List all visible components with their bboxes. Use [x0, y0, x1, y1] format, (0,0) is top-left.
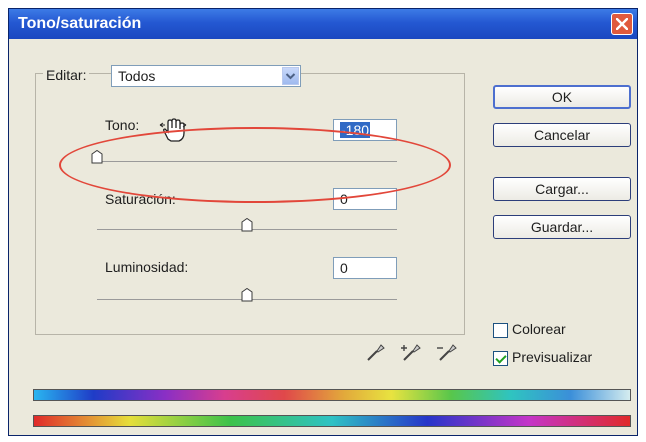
window-title: Tono/saturación	[18, 15, 142, 32]
eyedropper-minus-icon[interactable]	[437, 341, 459, 363]
edit-select[interactable]: Todos	[111, 65, 301, 87]
colorize-checkbox[interactable]	[493, 323, 508, 338]
cancel-button[interactable]: Cancelar	[493, 123, 631, 147]
ok-button[interactable]: OK	[493, 85, 631, 109]
edit-label: Editar:	[43, 67, 90, 83]
save-button[interactable]: Guardar...	[493, 215, 631, 239]
hue-saturation-dialog: Tono/saturación Editar: Todos Tono: -180	[8, 8, 638, 436]
close-icon	[616, 18, 628, 30]
preview-checkbox[interactable]	[493, 351, 508, 366]
edit-selected-value: Todos	[118, 68, 156, 84]
lightness-slider-thumb[interactable]	[241, 288, 253, 302]
preview-label: Previsualizar	[512, 349, 593, 365]
input-color-bar	[33, 389, 631, 401]
colorize-label: Colorear	[512, 321, 566, 337]
load-button[interactable]: Cargar...	[493, 177, 631, 201]
close-button[interactable]	[611, 13, 633, 35]
saturation-slider-thumb[interactable]	[241, 218, 253, 232]
eyedropper-icon[interactable]	[365, 341, 387, 363]
hue-label: Tono:	[105, 117, 140, 133]
lightness-label: Luminosidad:	[105, 259, 189, 275]
chevron-down-icon[interactable]	[282, 67, 299, 85]
eyedropper-plus-icon[interactable]	[401, 341, 423, 363]
title-bar[interactable]: Tono/saturación	[9, 9, 637, 39]
lightness-input[interactable]: 0	[333, 257, 397, 279]
highlight-oval	[59, 127, 451, 203]
dialog-body: Editar: Todos Tono: -180 Saturación: 0 L…	[9, 39, 637, 435]
output-color-bar	[33, 415, 631, 427]
